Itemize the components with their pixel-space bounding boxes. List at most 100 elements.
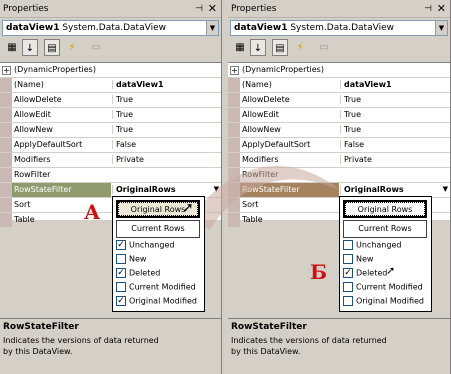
chevron-down-icon[interactable]: ▼ — [214, 185, 219, 193]
grid-row[interactable]: + (DynamicProperties) — [0, 63, 221, 78]
grid-row[interactable]: ApplyDefaultSort False — [228, 138, 450, 153]
option-unchanged[interactable]: ✓ Unchanged — [116, 240, 174, 252]
property-value[interactable]: Private — [112, 155, 219, 164]
pin-icon[interactable]: ⊣ — [424, 4, 432, 14]
property-name: (Name) — [242, 80, 272, 89]
object-selector[interactable]: dataView1 System.Data.DataView ▼ — [2, 20, 219, 36]
grid-row[interactable]: ApplyDefaultSort False — [0, 138, 221, 153]
alphabetical-icon[interactable]: ↓ — [250, 39, 266, 56]
object-name: dataView1 — [234, 23, 288, 33]
expand-icon[interactable]: + — [230, 66, 239, 75]
property-value[interactable]: True — [112, 95, 219, 104]
properties-icon[interactable]: ▤ — [272, 39, 288, 56]
object-name: dataView1 — [6, 23, 60, 33]
alphabetical-icon[interactable]: ↓ — [22, 39, 38, 56]
current-rows-button[interactable]: Current Rows — [116, 220, 200, 238]
current-rows-button[interactable]: Current Rows — [343, 220, 427, 238]
property-name: AllowDelete — [242, 95, 290, 104]
property-name: AllowNew — [14, 125, 53, 134]
property-name: Modifiers — [242, 155, 279, 164]
categorized-icon[interactable]: ▦ — [4, 39, 20, 56]
chevron-down-icon[interactable]: ▼ — [435, 21, 447, 35]
grid-row[interactable]: RowFilter — [0, 168, 221, 183]
property-name: RowStateFilter — [240, 183, 339, 197]
mouse-cursor-icon: ➚ — [386, 264, 396, 277]
events-icon[interactable]: ⚡ — [292, 39, 308, 56]
option-original-modified[interactable]: ✓ Original Modified — [116, 296, 197, 308]
grid-row[interactable]: AllowNew True — [228, 123, 450, 138]
object-selector[interactable]: dataView1 System.Data.DataView ▼ — [230, 20, 448, 36]
grid-row[interactable]: Modifiers Private — [228, 153, 450, 168]
property-name: (DynamicProperties) — [14, 65, 96, 74]
grid-row[interactable]: AllowNew True — [0, 123, 221, 138]
pin-icon[interactable]: ⊣ — [195, 4, 203, 14]
option-unchanged[interactable]: Unchanged — [343, 240, 401, 252]
property-value[interactable]: True — [340, 125, 448, 134]
row-state-filter-popup: Original Rows Current Rows Unchanged New… — [339, 196, 432, 312]
property-value[interactable]: True — [340, 95, 448, 104]
description-text: Indicates the versions of data returned … — [231, 336, 387, 356]
property-name: (DynamicProperties) — [242, 65, 324, 74]
grid-row[interactable]: + (DynamicProperties) — [228, 63, 450, 78]
property-value[interactable]: False — [112, 140, 219, 149]
marker-label-a: А — [84, 200, 101, 224]
option-new[interactable]: New — [116, 254, 146, 266]
checkbox-icon[interactable]: ✓ — [116, 268, 126, 278]
property-value[interactable]: Private — [340, 155, 448, 164]
property-name: (Name) — [14, 80, 44, 89]
property-pages-icon[interactable]: ▭ — [88, 39, 104, 56]
grid-row[interactable]: AllowDelete True — [0, 93, 221, 108]
property-value[interactable]: True — [112, 125, 219, 134]
property-name: ApplyDefaultSort — [14, 140, 83, 149]
checkbox-icon[interactable]: ✓ — [116, 240, 126, 250]
checkbox-icon[interactable] — [343, 254, 353, 264]
option-new[interactable]: New — [343, 254, 373, 266]
grid-row[interactable]: (Name) dataView1 — [0, 78, 221, 93]
option-current-modified[interactable]: Current Modified — [343, 282, 423, 294]
property-pages-icon[interactable]: ▭ — [316, 39, 332, 56]
chevron-down-icon[interactable]: ▼ — [206, 21, 218, 35]
property-value[interactable]: OriginalRows — [112, 185, 219, 194]
checkbox-icon[interactable] — [343, 240, 353, 250]
option-original-modified[interactable]: Original Modified — [343, 296, 424, 308]
property-value[interactable]: True — [340, 110, 448, 119]
property-name: Modifiers — [14, 155, 51, 164]
option-deleted[interactable]: ✓ Deleted — [343, 268, 387, 280]
original-rows-button[interactable]: Original Rows — [343, 200, 427, 218]
property-name: RowStateFilter — [12, 183, 111, 197]
property-value[interactable]: False — [340, 140, 448, 149]
grid-row[interactable]: AllowDelete True — [228, 93, 450, 108]
checkbox-icon[interactable]: ✓ — [116, 296, 126, 306]
events-icon[interactable]: ⚡ — [64, 39, 80, 56]
checkbox-icon[interactable] — [116, 282, 126, 292]
checkbox-icon[interactable] — [343, 296, 353, 306]
property-value[interactable]: dataView1 — [112, 80, 219, 89]
grid-row[interactable]: RowFilter — [228, 168, 450, 183]
description-panel: RowStateFilter Indicates the versions of… — [228, 318, 450, 374]
object-type: System.Data.DataView — [62, 23, 166, 33]
properties-icon[interactable]: ▤ — [44, 39, 60, 56]
close-icon[interactable]: ✕ — [437, 2, 446, 15]
option-deleted[interactable]: ✓ Deleted — [116, 268, 160, 280]
checkbox-icon[interactable] — [116, 254, 126, 264]
pane-title: Properties — [231, 4, 277, 14]
option-current-modified[interactable]: Current Modified — [116, 282, 196, 294]
grid-row[interactable]: AllowEdit True — [228, 108, 450, 123]
categorized-icon[interactable]: ▦ — [232, 39, 248, 56]
description-title: RowStateFilter — [231, 322, 307, 332]
properties-toolbar: ▦ ↓ ▤ ⚡ ▭ — [230, 39, 448, 57]
chevron-down-icon[interactable]: ▼ — [443, 185, 448, 193]
property-value[interactable]: dataView1 — [340, 80, 448, 89]
checkbox-icon[interactable]: ✓ — [343, 268, 353, 278]
property-value[interactable]: OriginalRows — [340, 185, 448, 194]
property-name: AllowEdit — [242, 110, 279, 119]
expand-icon[interactable]: + — [2, 66, 11, 75]
checkbox-icon[interactable] — [343, 282, 353, 292]
grid-row[interactable]: AllowEdit True — [0, 108, 221, 123]
grid-row[interactable]: Modifiers Private — [0, 153, 221, 168]
marker-label-b: Б — [310, 260, 328, 284]
grid-row[interactable]: (Name) dataView1 — [228, 78, 450, 93]
close-icon[interactable]: ✕ — [208, 2, 217, 15]
property-value[interactable]: True — [112, 110, 219, 119]
pane-title: Properties — [3, 4, 49, 14]
